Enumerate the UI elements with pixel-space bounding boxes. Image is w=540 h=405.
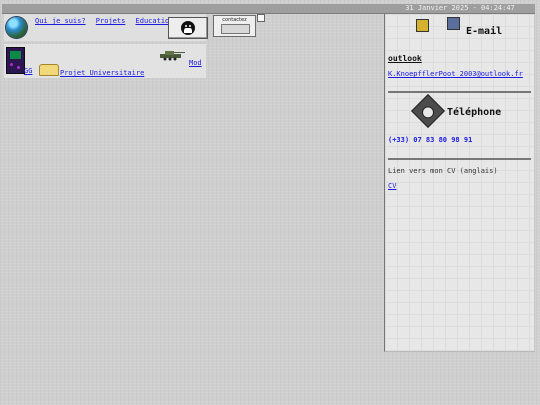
nav-link-qui-je-suis[interactable]: Qui je suis? <box>35 17 86 25</box>
email-icon-primary <box>416 19 429 32</box>
nav-link-projets[interactable]: Projets <box>96 17 126 25</box>
book-icon <box>39 64 59 76</box>
contact-panel: E-mail outlook K.KnoepfflerPoot_2003@out… <box>384 14 535 352</box>
top-navigation: Qui je suis? Projets Education <box>35 17 179 25</box>
email-link[interactable]: K.KnoepfflerPoot_2003@outlook.fr <box>388 70 523 78</box>
gameboy-screen <box>10 51 21 59</box>
university-project-link-wrap[interactable]: Projet Universitaire <box>60 69 144 77</box>
mod-link-wrap[interactable]: Mod <box>189 59 202 67</box>
gameboy-label[interactable]: GG <box>24 67 32 75</box>
gameboy-button-right <box>17 66 20 69</box>
email-icon-secondary <box>447 17 460 30</box>
gameboy-link[interactable]: GG <box>24 67 32 75</box>
github-icon <box>181 21 195 35</box>
contacts-label: contactez <box>222 17 247 23</box>
divider <box>388 91 531 93</box>
mod-link[interactable]: Mod <box>189 59 202 67</box>
contacts-widget[interactable]: contactez <box>213 15 256 37</box>
github-button[interactable] <box>168 17 208 39</box>
phone-icon <box>411 94 445 128</box>
globe-icon <box>6 17 27 38</box>
university-project-link[interactable]: Projet Universitaire <box>60 69 144 77</box>
email-link-wrap[interactable]: K.KnoepfflerPoot_2003@outlook.fr <box>388 70 523 78</box>
divider <box>388 158 531 160</box>
email-title: E-mail <box>466 26 503 37</box>
cv-description: Lien vers mon CV (anglais) <box>388 167 498 175</box>
datetime-display: 31 Janvier 2025 - 04:24:47 <box>405 4 515 12</box>
phone-number: (+33) 07 83 80 98 91 <box>388 136 473 144</box>
cv-link[interactable]: CV <box>388 182 396 190</box>
cv-link-wrap[interactable]: CV <box>388 182 396 190</box>
tank-icon <box>160 51 185 61</box>
gameboy-button-left <box>10 63 13 66</box>
provider-label: outlook <box>388 54 422 63</box>
contacts-icon <box>221 24 250 34</box>
corner-icon[interactable] <box>257 14 265 22</box>
gameboy-icon[interactable] <box>6 47 25 74</box>
email-icons <box>416 17 462 33</box>
phone-title: Téléphone <box>447 107 502 118</box>
